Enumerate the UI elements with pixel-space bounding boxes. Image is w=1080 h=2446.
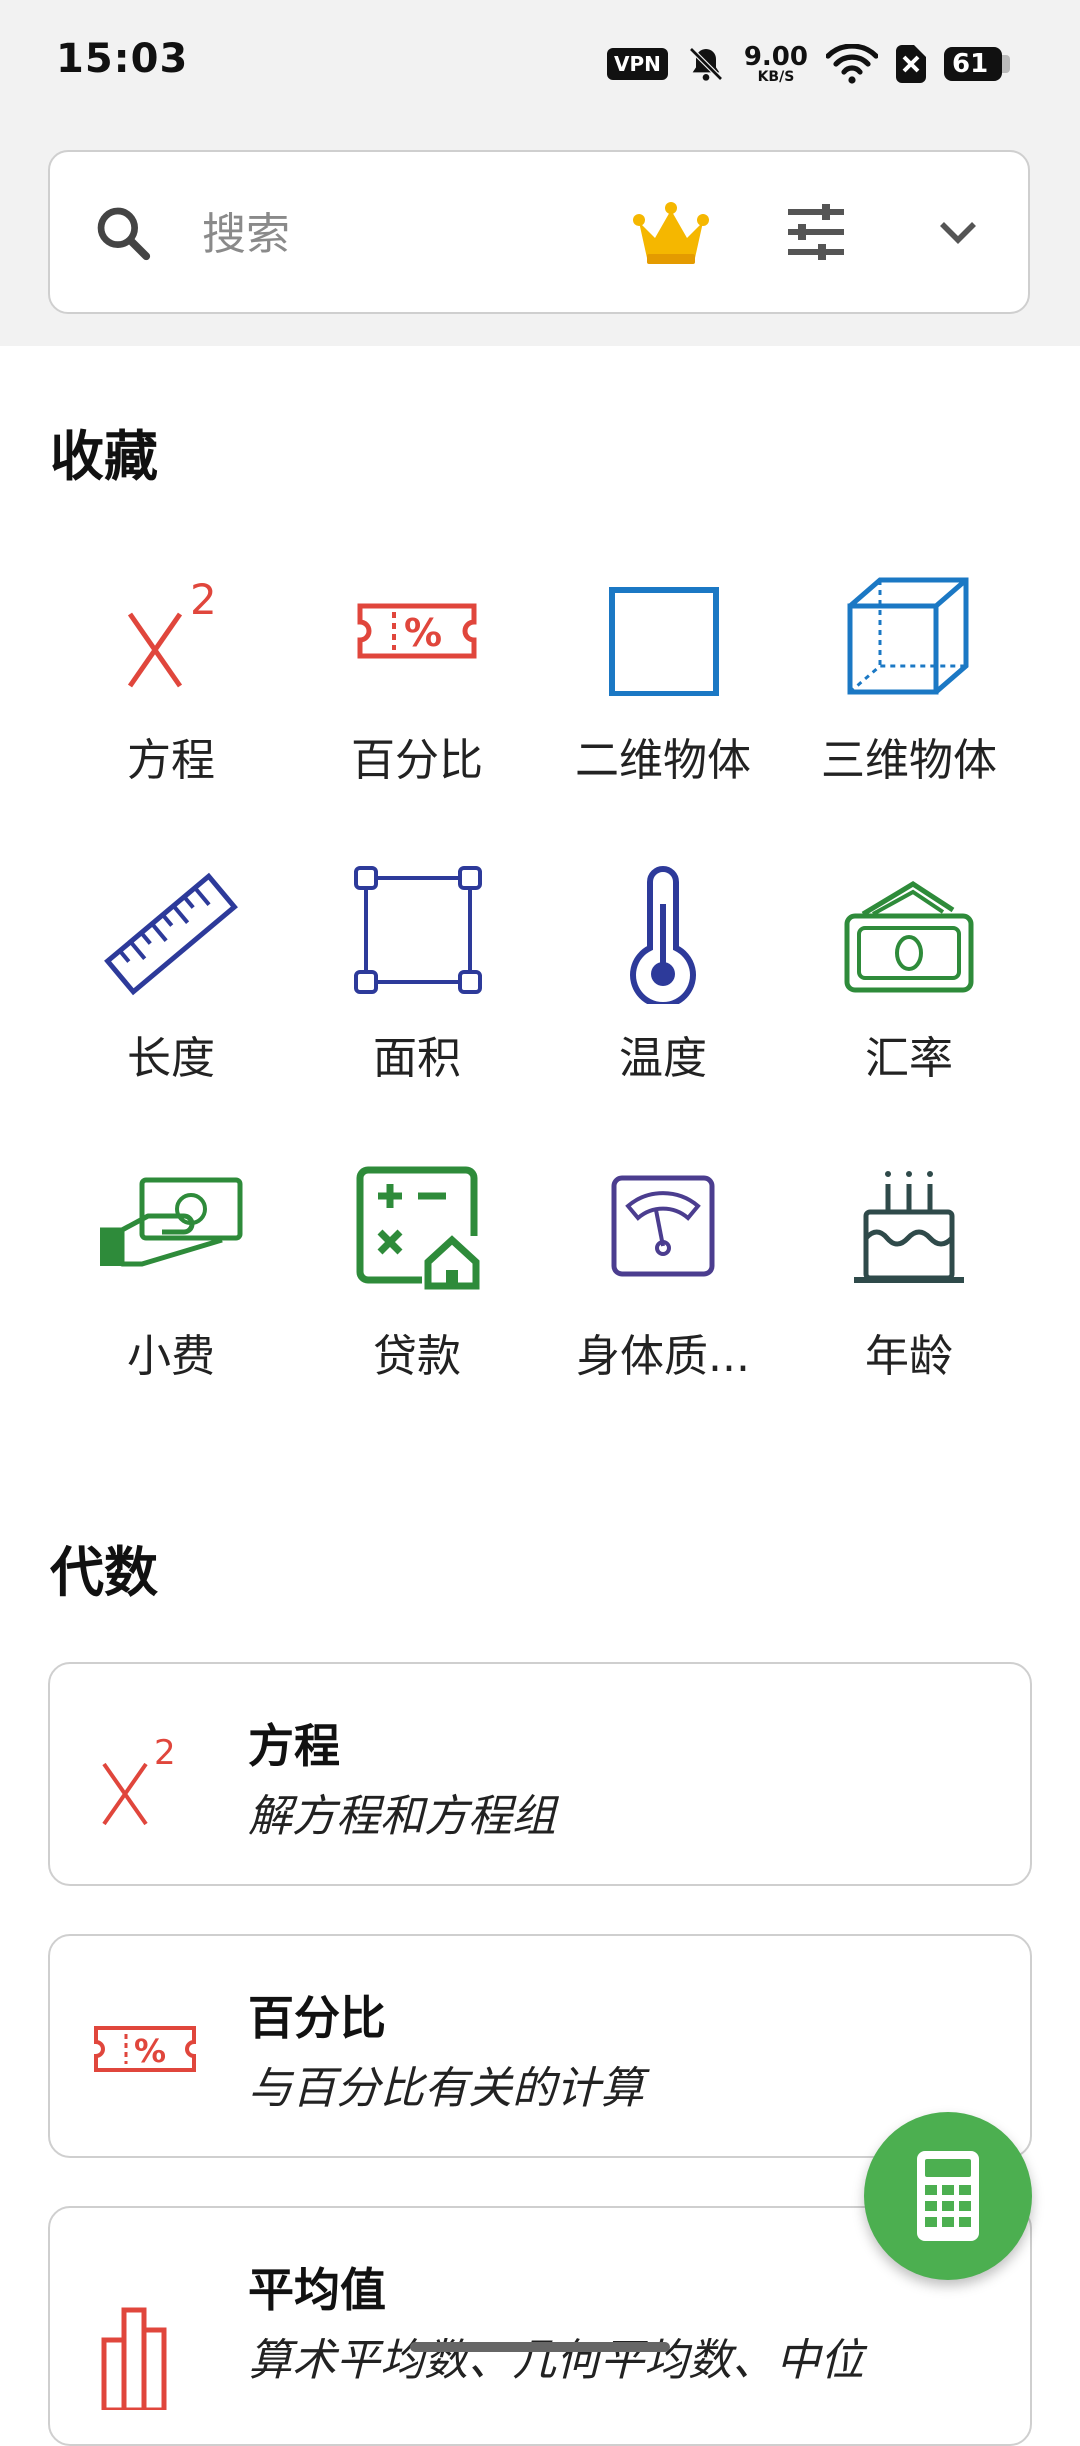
fav-label: 汇率 [865,1033,953,1084]
battery-tip [1002,55,1010,73]
speed-unit: KB/S [757,69,795,85]
wifi-icon [826,44,878,84]
fav-label: 面积 [373,1033,461,1084]
thermometer-icon [630,866,696,1004]
ruler-icon [104,872,238,996]
fav-item-bmi[interactable]: 身体质... [540,1152,786,1452]
calculator-fab[interactable] [864,2112,1032,2280]
fav-item-area[interactable]: 面积 [294,854,540,1154]
card-title: 方程 [248,1719,340,1773]
card-title: 百分比 [248,1991,386,2045]
crown-icon[interactable] [633,202,709,266]
algebra-title: 代数 [50,1541,158,1604]
card-title: 平均值 [248,2263,386,2317]
fav-item-3d[interactable]: 三维物体 [786,556,1032,856]
fav-label: 小费 [127,1331,215,1382]
filter-icon[interactable] [786,204,846,260]
equation-icon: 2 [127,575,217,688]
status-time: 15:03 [56,36,189,82]
sim-disabled-icon [896,45,926,83]
fav-item-temperature[interactable]: 温度 [540,854,786,1154]
fav-label: 三维物体 [821,735,997,786]
fav-item-length[interactable]: 长度 [48,854,294,1154]
scale-icon [611,1175,715,1277]
fav-item-percent[interactable]: % 百分比 [294,556,540,856]
battery-level: 61 [944,47,1002,81]
fav-item-equation[interactable]: 2 方程 [48,556,294,856]
fav-item-2d[interactable]: 二维物体 [540,556,786,856]
fav-label: 年龄 [865,1331,953,1382]
percent-ticket-icon: % [94,2026,196,2072]
equation-icon: 2 [102,1733,176,1826]
svg-text:2: 2 [190,575,217,624]
fav-item-loan[interactable]: 贷款 [294,1152,540,1452]
svg-text:%: % [404,611,442,655]
calculator-icon [917,2151,979,2241]
home-indicator[interactable] [410,2342,670,2352]
favorites-title: 收藏 [50,425,158,488]
fav-label: 二维物体 [575,735,751,786]
network-speed-icon: 9.00 KB/S [744,44,808,84]
area-icon [354,866,482,994]
svg-text:2: 2 [154,1733,176,1773]
fav-item-currency[interactable]: 汇率 [786,854,1032,1154]
search-icon[interactable] [92,202,154,264]
fav-item-age[interactable]: 年龄 [786,1152,1032,1452]
svg-text:%: % [134,2032,166,2070]
card-subtitle: 算术平均数、几何平均数、中位 [248,2335,864,2386]
fav-label: 长度 [127,1033,215,1084]
search-bar [48,150,1030,314]
status-icons: VPN 9.00 KB/S 61 [606,40,1010,88]
fav-item-tip[interactable]: 小费 [48,1152,294,1452]
fav-label: 贷款 [373,1331,461,1382]
status-bar: 15:03 VPN 9.00 KB/S 61 [0,0,1080,120]
chevron-down-icon[interactable] [936,210,980,254]
card-subtitle: 与百分比有关的计算 [248,2063,644,2114]
bar-chart-icon [101,2307,167,2410]
card-subtitle: 解方程和方程组 [248,1791,556,1842]
bell-muted-icon [689,47,723,81]
cake-icon [854,1171,964,1283]
money-icon [844,881,974,993]
vpn-icon: VPN [606,48,668,80]
fav-label: 方程 [127,735,215,786]
loan-calc-icon [356,1166,480,1290]
battery-icon: 61 [944,47,1010,81]
algebra-card-percent[interactable]: % 百分比 与百分比有关的计算 [48,1934,1032,2158]
square-icon [609,587,719,696]
tip-hand-icon [100,1177,243,1267]
search-input[interactable] [200,198,644,270]
algebra-card-equation[interactable]: 2 方程 解方程和方程组 [48,1662,1032,1886]
fav-label: 身体质... [576,1331,750,1382]
cube-icon [847,577,969,695]
fav-label: 百分比 [351,735,483,786]
percent-ticket-icon: % [357,603,477,659]
speed-value: 9.00 [743,42,808,72]
fav-label: 温度 [619,1033,707,1084]
